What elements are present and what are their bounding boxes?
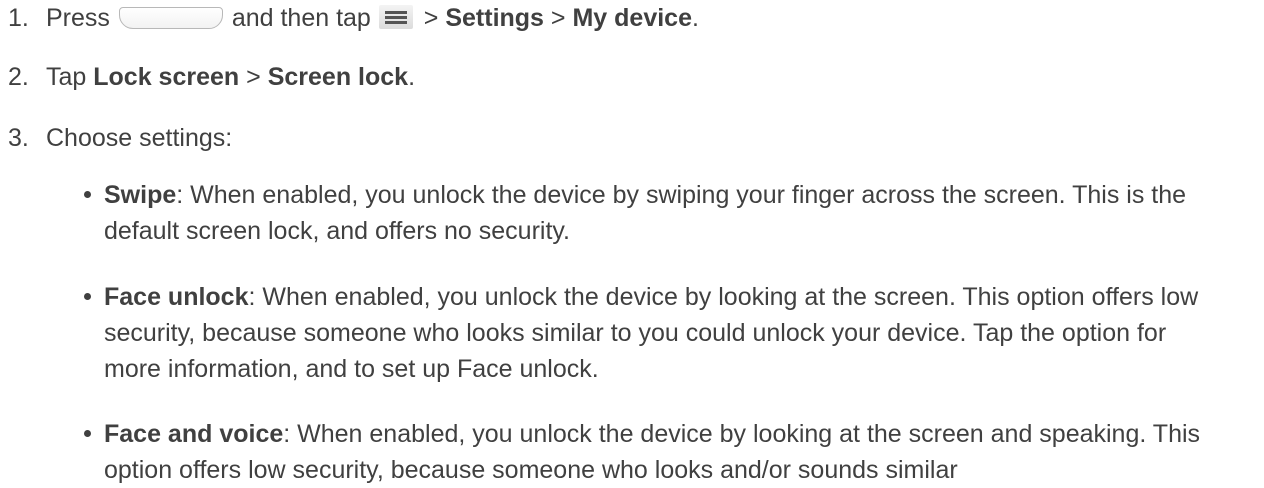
punctuation: . bbox=[692, 4, 699, 32]
settings-label: Settings bbox=[445, 4, 544, 32]
separator: > bbox=[550, 4, 566, 32]
option-swipe: Swipe: When enabled, you unlock the devi… bbox=[80, 177, 1230, 249]
menu-icon bbox=[378, 5, 413, 29]
option-title: Face and voice bbox=[104, 420, 284, 448]
step-3: 3. Choose settings: bbox=[8, 120, 232, 156]
step-2: 2. Tap Lock screen > Screen lock. bbox=[8, 59, 415, 95]
step-1: 1. Press and then tap > Settings > My dev… bbox=[8, 0, 699, 36]
bullet-icon bbox=[84, 191, 91, 198]
bullet-icon bbox=[84, 293, 91, 300]
step-text: Tap bbox=[46, 63, 87, 91]
home-button-icon bbox=[118, 7, 223, 29]
screen-lock-label: Screen lock bbox=[267, 63, 409, 91]
option-description: : When enabled, you unlock the device by… bbox=[104, 283, 1199, 383]
separator: > bbox=[423, 4, 439, 32]
lock-screen-label: Lock screen bbox=[93, 63, 240, 91]
option-face-unlock: Face unlock: When enabled, you unlock th… bbox=[80, 279, 1230, 387]
option-title: Swipe bbox=[104, 181, 177, 209]
step-text: Choose settings: bbox=[46, 124, 233, 152]
step-number: 2. bbox=[8, 63, 29, 91]
step-number: 3. bbox=[8, 124, 29, 152]
help-page: { "steps": [ { "num": "1.", "press_text"… bbox=[0, 0, 1264, 487]
separator: > bbox=[246, 63, 261, 91]
option-description: : When enabled, you unlock the device by… bbox=[104, 181, 1187, 245]
my-device-label: My device bbox=[572, 4, 692, 32]
step-text: and then tap bbox=[231, 4, 371, 32]
step-number: 1. bbox=[8, 4, 29, 32]
punctuation: . bbox=[408, 63, 416, 91]
option-title: Face unlock bbox=[104, 283, 249, 311]
step-text: Press bbox=[46, 4, 110, 32]
bullet-icon bbox=[84, 430, 91, 437]
option-face-and-voice: Face and voice: When enabled, you unlock… bbox=[80, 416, 1230, 488]
